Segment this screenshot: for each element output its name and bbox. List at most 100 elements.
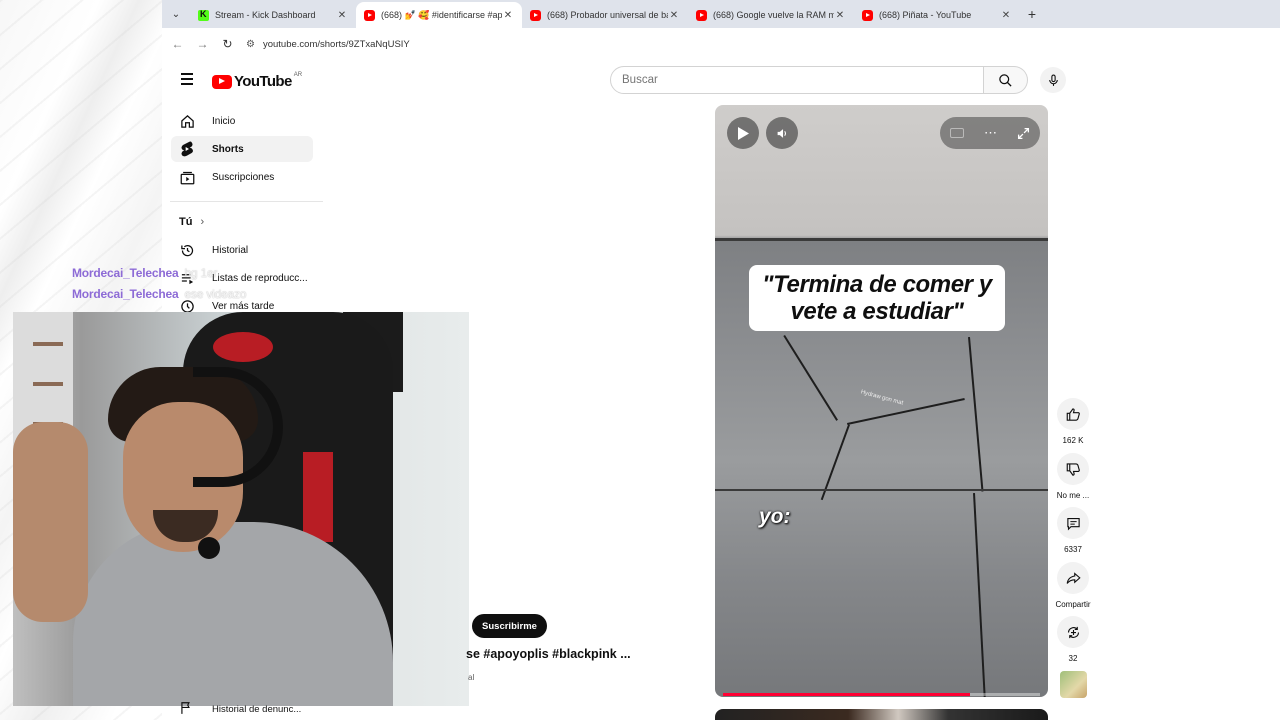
more-options-icon[interactable]: ⋯ xyxy=(984,126,997,139)
reload-icon[interactable]: ↻ xyxy=(215,37,240,51)
sidebar-item-label: Historial xyxy=(212,244,249,256)
video-crack xyxy=(968,337,984,492)
tab-pinata[interactable]: (668) Piñata - YouTube ✕ xyxy=(854,2,1020,28)
comments-action[interactable]: 6337 xyxy=(1054,507,1092,554)
forward-arrow-icon[interactable]: → xyxy=(190,37,215,51)
search-button[interactable] xyxy=(984,66,1028,94)
tab-close-icon[interactable]: ✕ xyxy=(668,10,680,21)
search-input[interactable] xyxy=(610,66,984,94)
shorts-video-player[interactable]: Hydraw gon mat ⋯ "Termina de comer y vet… xyxy=(715,105,1048,697)
browser-chrome: ⌄ Stream - Kick Dashboard ✕ (668) 💅 🥰 #i… xyxy=(162,0,1280,60)
chat-username: Mordecai_Telechea xyxy=(72,266,179,280)
like-action[interactable]: 162 K xyxy=(1054,398,1092,445)
chat-message: Mordecai_Telechea hg 1er xyxy=(72,266,217,280)
sidebar-item-suscripciones[interactable]: Suscripciones xyxy=(171,164,313,190)
share-button[interactable] xyxy=(1057,562,1089,594)
you-label: Tú xyxy=(179,216,193,228)
video-crack xyxy=(847,398,965,425)
tab-battery-tester[interactable]: (668) Probador universal de bat ✕ xyxy=(522,2,688,28)
short-audio-label: al xyxy=(468,673,475,682)
next-short-thumbnail[interactable] xyxy=(715,709,1048,720)
fullscreen-icon[interactable] xyxy=(1017,127,1030,140)
sidebar-item-report-history[interactable]: Historial de denunc... xyxy=(171,701,301,718)
streamer-webcam xyxy=(13,312,469,706)
sidebar-item-label: Inicio xyxy=(212,115,236,127)
youtube-logo[interactable]: YouTube AR xyxy=(212,72,302,90)
subscribe-button[interactable]: Suscribirme xyxy=(472,614,547,638)
search-bar xyxy=(610,66,1028,94)
remix-action[interactable]: 32 xyxy=(1054,616,1092,663)
share-icon xyxy=(1066,571,1081,584)
new-tab-plus-icon[interactable]: + xyxy=(1020,6,1044,22)
sidebar-item-label: Shorts xyxy=(212,143,244,155)
sidebar-item-shorts[interactable]: Shorts xyxy=(171,136,313,162)
play-icon xyxy=(738,126,749,140)
tab-title: Stream - Kick Dashboard xyxy=(215,10,316,20)
youtube-play-icon xyxy=(212,74,232,89)
remix-button[interactable] xyxy=(1057,616,1089,648)
home-icon xyxy=(179,113,195,129)
shorts-icon xyxy=(179,141,195,157)
tab-close-icon[interactable]: ✕ xyxy=(336,10,348,21)
sidebar-item-inicio[interactable]: Inicio xyxy=(171,108,313,134)
youtube-icon xyxy=(862,9,873,21)
microphone-icon xyxy=(1048,74,1058,86)
dislike-action[interactable]: No me ... xyxy=(1054,453,1092,500)
voice-search-button[interactable] xyxy=(1040,67,1066,93)
menu-icon[interactable] xyxy=(181,73,193,85)
captions-icon[interactable] xyxy=(950,128,964,138)
tab-title: (668) Probador universal de bat xyxy=(547,10,668,20)
sidebar-divider xyxy=(170,201,323,202)
volume-icon xyxy=(777,128,786,138)
youtube-icon xyxy=(364,9,375,21)
chat-text: hg 1er xyxy=(184,266,218,280)
audio-track-thumbnail[interactable] xyxy=(1060,671,1087,698)
logo-text: YouTube xyxy=(234,73,292,90)
tab-strip: ⌄ Stream - Kick Dashboard ✕ (668) 💅 🥰 #i… xyxy=(162,0,1280,28)
chat-text: ese videazo xyxy=(184,287,247,301)
tab-close-icon[interactable]: ✕ xyxy=(1000,10,1012,21)
back-arrow-icon[interactable]: ← xyxy=(165,37,190,51)
video-overlay-text: yo: xyxy=(759,505,791,528)
video-crack xyxy=(783,335,838,421)
tab-current-short[interactable]: (668) 💅 🥰 #identificarse #apo ✕ xyxy=(356,2,522,28)
sidebar-item-label: Listas de reproducc... xyxy=(212,272,308,284)
volume-button[interactable] xyxy=(766,117,798,149)
short-title[interactable]: se #apoyoplis #blackpink ... xyxy=(466,647,631,661)
tab-kick-dashboard[interactable]: Stream - Kick Dashboard ✕ xyxy=(190,2,356,28)
subscriptions-icon xyxy=(179,169,195,185)
tab-title: (668) Google vuelve la RAM ma xyxy=(713,10,834,20)
video-sign-text: Hydraw gon mat xyxy=(859,389,904,407)
sidebar-item-historial[interactable]: Historial xyxy=(171,237,313,263)
thumbs-up-icon xyxy=(1066,407,1080,421)
tab-close-icon[interactable]: ✕ xyxy=(502,10,514,21)
video-progress-bar[interactable] xyxy=(723,693,1040,696)
kick-icon xyxy=(198,9,209,21)
video-caption-text: "Termina de comer y vete a estudiar" xyxy=(749,265,1005,331)
sidebar-item-label: Suscripciones xyxy=(212,171,275,183)
comments-button[interactable] xyxy=(1057,507,1089,539)
play-button[interactable] xyxy=(727,117,759,149)
remix-count: 32 xyxy=(1068,654,1078,663)
dislike-label: No me ... xyxy=(1056,491,1090,500)
site-info-icon[interactable]: ⚙ xyxy=(246,39,255,50)
history-icon xyxy=(179,242,195,258)
video-progress-fill xyxy=(723,693,971,696)
share-label: Compartir xyxy=(1055,600,1091,609)
sidebar-item-label: Historial de denunc... xyxy=(212,704,302,715)
like-button[interactable] xyxy=(1057,398,1089,430)
sidebar-you-heading[interactable]: Tú › xyxy=(179,216,204,228)
address-bar[interactable]: ⚙ youtube.com/shorts/9ZTxaNqUSIY xyxy=(246,32,410,56)
chair-accent xyxy=(303,452,333,542)
browser-toolbar: ← → ↻ ⚙ youtube.com/shorts/9ZTxaNqUSIY xyxy=(162,28,1280,60)
tab-search-chevron-icon[interactable]: ⌄ xyxy=(162,0,190,28)
dislike-button[interactable] xyxy=(1057,453,1089,485)
remix-icon xyxy=(1067,626,1079,638)
search-icon xyxy=(999,73,1012,87)
share-action[interactable]: Compartir xyxy=(1054,562,1092,609)
sidebar-item-label: Ver más tarde xyxy=(212,300,275,312)
tab-title: (668) Piñata - YouTube xyxy=(879,10,972,20)
tab-close-icon[interactable]: ✕ xyxy=(834,10,846,21)
youtube-icon xyxy=(530,9,541,21)
tab-google-ram[interactable]: (668) Google vuelve la RAM ma ✕ xyxy=(688,2,854,28)
